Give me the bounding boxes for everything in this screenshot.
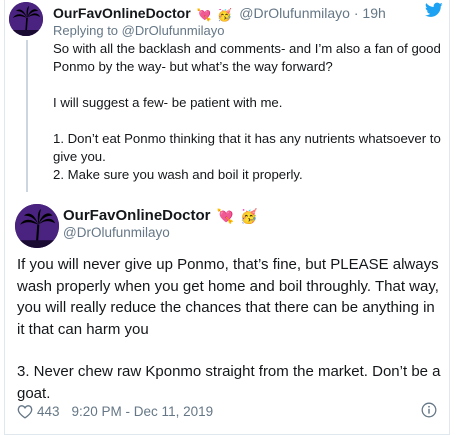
main-display-name-text[interactable]: OurFavOnlineDoctor [63,207,211,224]
main-handle[interactable]: @DrOlufunmilayo [63,225,170,240]
lovestruck-heart-icon: 💘 [196,8,212,22]
like-count[interactable]: 443 [37,404,60,419]
tweet-footer: 443 9:20 PM - Dec 11, 2019 [17,400,213,422]
party-face-icon: 🥳 [240,208,258,224]
parent-handle[interactable]: @DrOlufunmilayo [239,5,350,21]
info-icon[interactable] [421,402,437,418]
party-face-icon: 🥳 [217,8,233,22]
parent-separator: · [353,5,359,21]
main-avatar[interactable] [15,204,59,248]
lovestruck-heart-icon: 💘 [216,208,235,224]
main-tweet[interactable]: OurFavOnlineDoctor 💘 🥳 @DrOlufunmilayo I… [5,196,451,435]
main-display-name[interactable]: OurFavOnlineDoctor 💘 🥳 [63,207,258,225]
twitter-bird-icon[interactable] [425,2,443,18]
thread-line [26,40,28,192]
parent-avatar[interactable] [9,2,43,36]
tweet-timestamp[interactable]: 9:20 PM - Dec 11, 2019 [72,404,214,419]
main-paragraph-2: 3. Never chew raw Kponmo straight from t… [17,363,441,402]
main-paragraph-1: If you will never give up Ponmo, that’s … [17,256,439,338]
parent-display-name[interactable]: OurFavOnlineDoctor [53,5,191,21]
main-tweet-text: If you will never give up Ponmo, that’s … [17,254,445,404]
parent-time[interactable]: 19h [362,5,385,21]
parent-paragraph-3: 1. Don’t eat Ponmo thinking that it has … [53,131,441,182]
parent-tweet[interactable]: OurFavOnlineDoctor 💘 🥳 @DrOlufunmilayo ·… [5,0,451,196]
tweet-embed: OurFavOnlineDoctor 💘 🥳 @DrOlufunmilayo ·… [4,0,450,435]
parent-paragraph-2: I will suggest a few- be patient with me… [53,95,283,110]
heart-icon[interactable] [17,404,33,419]
parent-tweet-text: So with all the backlash and comments- a… [53,40,443,184]
replying-to[interactable]: Replying to @DrOlufunmilayo [53,23,224,38]
parent-paragraph-1: So with all the backlash and comments- a… [53,41,441,74]
parent-header: OurFavOnlineDoctor 💘 🥳 @DrOlufunmilayo ·… [53,5,443,23]
